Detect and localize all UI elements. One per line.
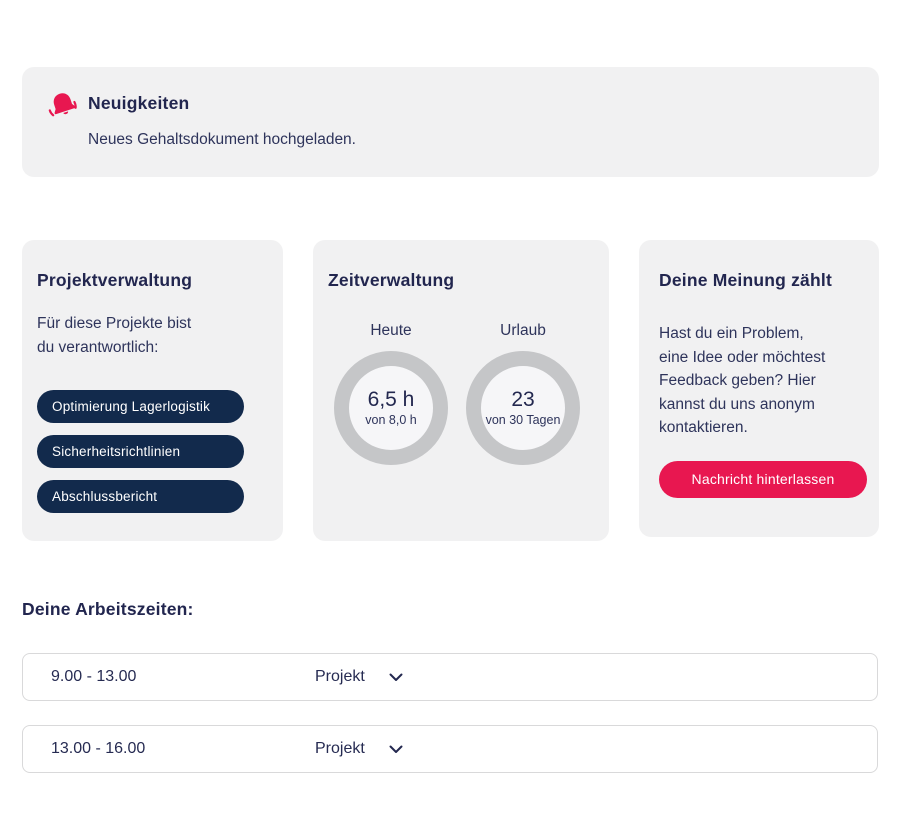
gauge-value: 6,5 h: [367, 388, 415, 411]
gauge-label: Urlaub: [500, 322, 546, 339]
banner-title: Neuigkeiten: [88, 93, 190, 113]
project-pill-list: Optimierung Lagerlogistik Sicherheitsric…: [37, 390, 268, 513]
gauge-heute: Heute 6,5 h von 8,0 h: [334, 322, 448, 465]
dropdown-selected-value: Projekt: [315, 740, 365, 757]
chevron-down-icon: [389, 745, 403, 754]
bell-ring-icon: [46, 88, 80, 122]
project-pill[interactable]: Sicherheitsrichtlinien: [37, 435, 244, 468]
cards-row: Projektverwaltung Für diese Projekte bis…: [22, 240, 879, 541]
gauge-urlaub: Urlaub 23 von 30 Tagen: [466, 322, 580, 465]
worktimes-heading: Deine Arbeitszeiten:: [22, 599, 194, 619]
gauge-row: Heute 6,5 h von 8,0 h Urlaub 23 von 30 T…: [313, 322, 609, 465]
leave-message-button[interactable]: Nachricht hinterlassen: [659, 460, 867, 498]
dropdown-selected-value: Projekt: [315, 668, 365, 685]
worktime-range: 13.00 - 16.00: [51, 740, 146, 757]
worktime-row: 13.00 - 16.00 Projekt: [22, 725, 878, 773]
card-projektverwaltung: Projektverwaltung Für diese Projekte bis…: [22, 240, 283, 541]
worktime-row: 9.00 - 13.00 Projekt: [22, 653, 878, 701]
donut-ring-heute: 6,5 h von 8,0 h: [334, 351, 448, 465]
card-title: Zeitverwaltung: [328, 270, 455, 290]
gauge-subtext: von 8,0 h: [365, 413, 417, 427]
gauge-value: 23: [511, 388, 535, 411]
chevron-down-icon: [389, 673, 403, 682]
donut-ring-urlaub: 23 von 30 Tagen: [466, 351, 580, 465]
card-title: Projektverwaltung: [37, 270, 193, 290]
card-description: Hast du ein Problem, eine Idee oder möch…: [659, 325, 826, 436]
card-zeitverwaltung: Zeitverwaltung Heute 6,5 h von 8,0 h Url…: [313, 240, 609, 541]
dashboard-page: Neuigkeiten Neues Gehaltsdokument hochge…: [0, 0, 900, 840]
gauge-subtext: von 30 Tagen: [485, 413, 561, 427]
news-banner: Neuigkeiten Neues Gehaltsdokument hochge…: [22, 67, 879, 177]
project-category-dropdown[interactable]: Projekt: [315, 740, 403, 758]
project-category-dropdown[interactable]: Projekt: [315, 668, 403, 686]
card-description: Für diese Projekte bist du verantwortlic…: [37, 315, 192, 356]
card-title: Deine Meinung zählt: [659, 270, 832, 290]
card-deine-meinung: Deine Meinung zählt Hast du ein Problem,…: [639, 240, 879, 537]
project-pill[interactable]: Optimierung Lagerlogistik: [37, 390, 244, 423]
gauge-label: Heute: [370, 322, 412, 339]
worktime-range: 9.00 - 13.00: [51, 668, 137, 685]
project-pill[interactable]: Abschlussbericht: [37, 480, 244, 513]
banner-message: Neues Gehaltsdokument hochgeladen.: [88, 131, 356, 148]
